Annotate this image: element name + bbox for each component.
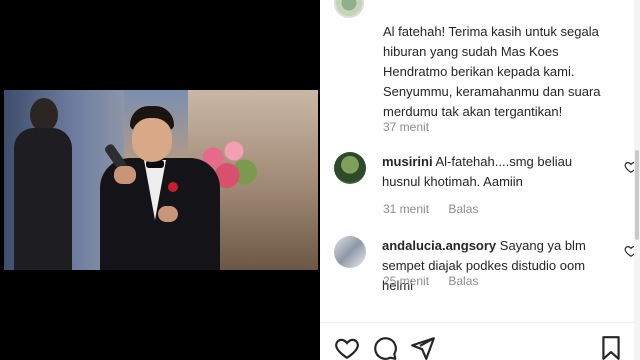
paper-plane-icon[interactable] [410, 335, 436, 360]
bookmark-icon[interactable] [598, 335, 624, 360]
post-caption: Al fatehah! Terima kasih untuk segala hi… [383, 24, 601, 119]
commenter-avatar[interactable] [334, 152, 366, 184]
post-timestamp: 37 menit [383, 120, 430, 134]
commenter-avatar[interactable] [334, 236, 366, 268]
reply-button[interactable]: Balas [448, 202, 478, 216]
scrollbar[interactable] [634, 0, 640, 360]
video-player[interactable] [4, 90, 318, 270]
comment-username[interactable]: andalucia.angsory [382, 238, 496, 253]
comment-time: 25 menit [383, 274, 430, 288]
comment-time: 31 menit [383, 202, 430, 216]
scrollbar-thumb[interactable] [635, 150, 639, 240]
singer-figure [100, 106, 220, 270]
comment-meta: 31 menit Balas [383, 202, 478, 216]
comment-icon[interactable] [372, 335, 398, 360]
comment-meta: 25 menit Balas [383, 274, 478, 288]
poster-avatar[interactable] [334, 0, 364, 18]
post-media[interactable] [0, 0, 320, 360]
heart-icon[interactable] [334, 335, 360, 360]
post-sidebar: Al fatehah! Terima kasih untuk segala hi… [320, 0, 640, 360]
action-bar [320, 322, 640, 360]
background-person [12, 98, 72, 270]
comment-username[interactable]: musirini [382, 154, 433, 169]
comment-text: musirini Al-fatehah....smg beliau husnul… [382, 154, 573, 189]
reply-button[interactable]: Balas [448, 274, 478, 288]
